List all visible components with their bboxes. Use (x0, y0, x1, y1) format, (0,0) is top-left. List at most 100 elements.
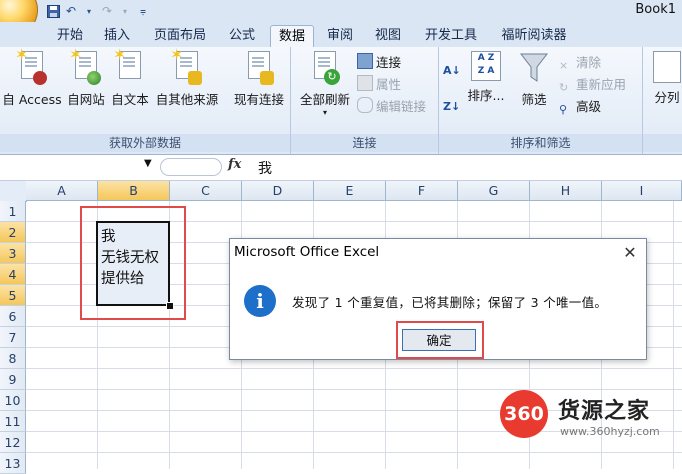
refresh-all-button[interactable]: ↻ 全部刷新 ▾ (295, 51, 355, 117)
formula-bar: ▼ fx 我 (0, 155, 682, 181)
sort-a-to-z-button[interactable]: A↓ (443, 61, 461, 81)
watermark-url: www.360hyzj.com (560, 425, 660, 438)
tab-data[interactable]: 数据 (270, 25, 314, 47)
row-header-7[interactable]: 7 (0, 327, 26, 348)
clear-filter-icon: ⨯ (559, 59, 569, 72)
existing-connections-button[interactable]: 现有连接 (230, 51, 288, 111)
sort-z-to-a-button[interactable]: Z↓ (443, 97, 460, 117)
web-globe-icon: ✶ (69, 45, 101, 85)
clear-filter-button[interactable]: ⨯ 清除 (559, 53, 601, 73)
sort-button[interactable]: A ZZ A 排序... (467, 51, 505, 111)
group-label-data-tools (643, 134, 682, 152)
ribbon-tabs: 开始 插入 页面布局 公式 数据 审阅 视图 开发工具 福昕阅读器 (0, 22, 682, 48)
row-header-10[interactable]: 10 (0, 390, 26, 411)
tab-page-layout[interactable]: 页面布局 (146, 25, 214, 46)
group-connections: ↻ 全部刷新 ▾ 连接 属性 编辑链接 连接 (291, 47, 439, 154)
group-get-external-data: ✶ 自 Access ✶ 自网站 ✶ 自文本 ✶ 自其他来源 现有连接 获取外部… (0, 45, 291, 154)
row-header-4[interactable]: 4 (0, 264, 26, 285)
undo-dropdown-icon[interactable]: ▾ (82, 4, 96, 18)
existing-connections-icon (244, 51, 274, 85)
filter-button[interactable]: 筛选 (517, 51, 551, 111)
text-file-icon: ✶ (113, 45, 145, 85)
redo-icon[interactable]: ↷ (100, 4, 114, 18)
properties-icon (357, 75, 373, 91)
sort-ascending-icon: A↓ (443, 64, 461, 77)
column-header-d[interactable]: D (242, 181, 314, 201)
tab-developer[interactable]: 开发工具 (418, 25, 484, 46)
database-icon: ✶ (170, 45, 202, 85)
row-header-2[interactable]: 2 (0, 222, 26, 243)
group-data-tools: 分列 (643, 47, 682, 154)
group-sort-filter: A↓ Z↓ A ZZ A 排序... 筛选 ⨯ 清除 ↻ 重新应用 ⚲ 高级 排序和筛… (439, 47, 643, 154)
group-label-connections: 连接 (291, 134, 438, 152)
row-header-6[interactable]: 6 (0, 306, 26, 327)
from-web-button[interactable]: ✶ 自网站 (64, 45, 108, 111)
from-other-sources-button[interactable]: ✶ 自其他来源 (152, 45, 222, 111)
name-box[interactable] (0, 158, 150, 176)
access-icon: ✶ (15, 45, 47, 85)
group-label-get-external-data: 获取外部数据 (0, 134, 290, 152)
undo-icon[interactable]: ↶ (64, 4, 78, 18)
row-header-13[interactable]: 13 (0, 453, 26, 474)
row-header-1[interactable]: 1 (0, 201, 26, 222)
group-label-sort-filter: 排序和筛选 (439, 134, 642, 152)
redo-dropdown-icon[interactable]: ▾ (118, 4, 132, 18)
tab-formulas[interactable]: 公式 (222, 25, 262, 46)
select-all-corner[interactable] (0, 181, 27, 202)
quick-access-toolbar: ↶ ▾ ↷ ▾ ⩦ (46, 2, 150, 20)
row-header-5[interactable]: 5 (0, 285, 26, 306)
sort-descending-icon: Z↓ (443, 100, 461, 113)
watermark-title: 货源之家 (558, 399, 651, 424)
column-header-g[interactable]: G (458, 181, 530, 201)
chain-link-icon (357, 97, 373, 113)
formula-input[interactable]: 我 (258, 158, 272, 178)
connections-button[interactable]: 连接 (357, 53, 401, 73)
column-header-e[interactable]: E (314, 181, 386, 201)
column-header-f[interactable]: F (386, 181, 458, 201)
column-header-c[interactable]: C (170, 181, 242, 201)
name-box-dropdown-icon[interactable]: ▼ (144, 158, 152, 169)
sort-az-icon: A ZZ A (471, 51, 501, 81)
column-header-b[interactable]: B (98, 181, 170, 201)
close-icon[interactable]: ✕ (622, 243, 638, 262)
refresh-icon: ↻ (310, 51, 340, 85)
row-header-3[interactable]: 3 (0, 243, 26, 264)
document-title: Book1 (635, 2, 676, 17)
advanced-filter-icon: ⚲ (559, 103, 568, 116)
properties-button[interactable]: 属性 (357, 75, 401, 95)
advanced-filter-button[interactable]: ⚲ 高级 (559, 97, 601, 117)
dialog-message: 发现了 1 个重复值，已将其删除；保留了 3 个唯一值。 (292, 295, 608, 310)
watermark-logo: 360 (500, 390, 548, 438)
row-header-8[interactable]: 8 (0, 348, 26, 369)
row-header-9[interactable]: 9 (0, 369, 26, 390)
info-icon: i (244, 285, 276, 317)
from-access-button[interactable]: ✶ 自 Access (0, 45, 64, 111)
tab-home[interactable]: 开始 (50, 25, 90, 46)
customize-toolbar-icon[interactable]: ⩦ (136, 4, 150, 18)
column-header-a[interactable]: A (26, 181, 98, 201)
row-header-12[interactable]: 12 (0, 432, 26, 453)
row-header-11[interactable]: 11 (0, 411, 26, 432)
column-header-h[interactable]: H (530, 181, 602, 201)
text-to-columns-button[interactable]: 分列 (651, 51, 682, 111)
remove-duplicates-dialog: Microsoft Office Excel ✕ i 发现了 1 个重复值，已将… (229, 238, 647, 360)
column-header-i[interactable]: I (602, 181, 682, 201)
tab-review[interactable]: 审阅 (320, 25, 360, 46)
tab-insert[interactable]: 插入 (97, 25, 137, 46)
formula-bar-expand-handle[interactable] (160, 158, 222, 176)
ribbon: ✶ 自 Access ✶ 自网站 ✶ 自文本 ✶ 自其他来源 现有连接 获取外部… (0, 45, 682, 155)
split-columns-icon (653, 51, 681, 83)
cells-highlight-box (80, 206, 186, 320)
edit-links-button[interactable]: 编辑链接 (357, 97, 426, 117)
ok-highlight-box (396, 321, 484, 359)
reapply-icon: ↻ (559, 81, 569, 94)
insert-function-icon[interactable]: fx (228, 157, 241, 172)
tab-view[interactable]: 视图 (368, 25, 408, 46)
dialog-title: Microsoft Office Excel (234, 244, 380, 260)
tab-foxit-reader[interactable]: 福昕阅读器 (494, 25, 574, 46)
reapply-button[interactable]: ↻ 重新应用 (559, 75, 626, 95)
connections-icon (357, 53, 373, 69)
from-text-button[interactable]: ✶ 自文本 (108, 45, 152, 111)
save-icon[interactable] (46, 4, 60, 18)
funnel-icon (519, 51, 549, 85)
